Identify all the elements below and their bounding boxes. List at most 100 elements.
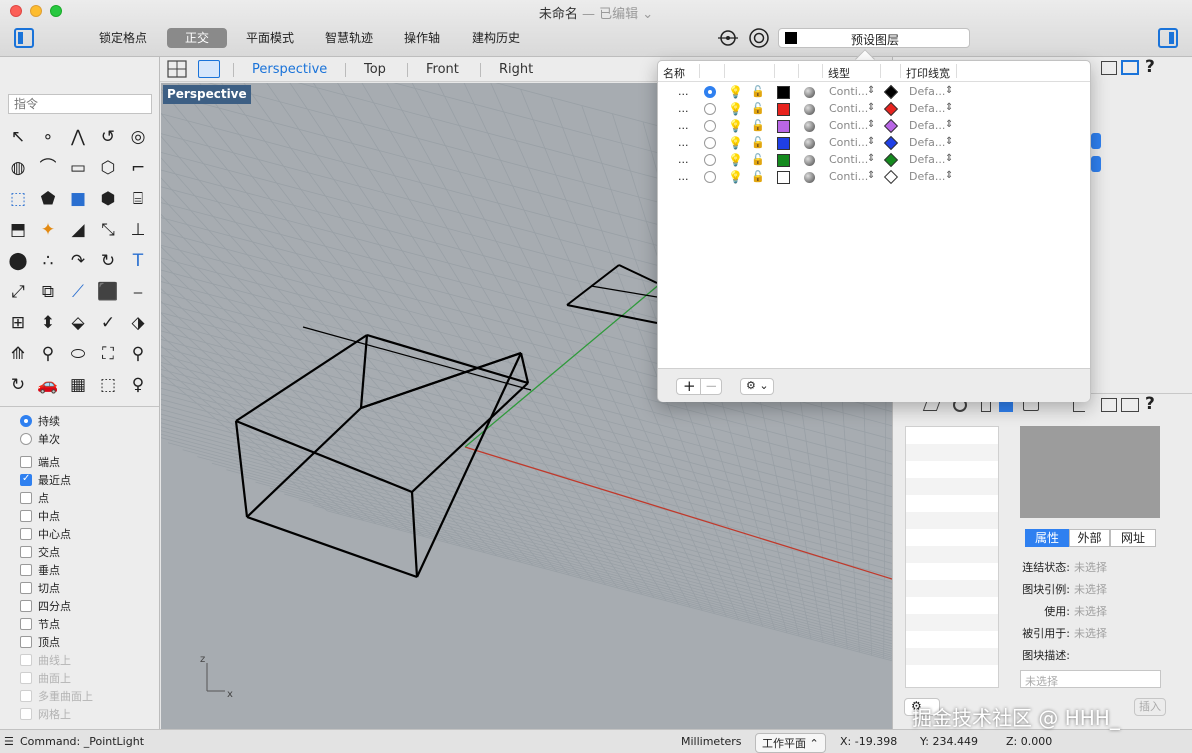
lock-icon[interactable]: 🔓: [751, 119, 765, 132]
layer-linetype[interactable]: Conti...: [829, 153, 868, 166]
snap-option[interactable]: 交点: [20, 543, 60, 561]
layer-row[interactable]: ... 💡 🔓 Conti... ⇕ Defa... ⇕: [658, 169, 1090, 186]
checkbox[interactable]: [20, 546, 32, 558]
checkbox[interactable]: [20, 618, 32, 630]
remove-layer-button[interactable]: −: [705, 377, 718, 395]
viewport-tab-2[interactable]: Front: [426, 62, 459, 77]
tool-icon[interactable]: ⛶: [94, 340, 122, 368]
checkbox[interactable]: [20, 636, 32, 648]
tool-icon[interactable]: ⎯: [124, 278, 152, 306]
display-icon[interactable]: [1121, 398, 1139, 412]
property-tab-2[interactable]: 网址: [1110, 529, 1156, 547]
layer-name[interactable]: ...: [678, 170, 689, 183]
checkbox[interactable]: [20, 690, 32, 702]
tool-icon[interactable]: ⟋: [64, 278, 92, 306]
toolbar-button-5[interactable]: 操作轴: [396, 28, 448, 48]
toggle-left-sidebar-icon[interactable]: [14, 28, 34, 48]
layer-name[interactable]: ...: [678, 136, 689, 149]
print-color-diamond[interactable]: [883, 152, 899, 168]
display-icon[interactable]: [1121, 60, 1139, 75]
material-sphere-icon[interactable]: [804, 172, 815, 183]
block-list[interactable]: [905, 426, 999, 688]
layer-printwidth[interactable]: Defa...: [909, 119, 945, 132]
material-sphere-icon[interactable]: [804, 155, 815, 166]
checkbox[interactable]: [20, 456, 32, 468]
lightbulb-icon[interactable]: 💡: [728, 119, 743, 133]
print-color-diamond[interactable]: [883, 101, 899, 117]
stepper-icon[interactable]: ⇕: [945, 119, 953, 130]
tool-icon[interactable]: ↻: [94, 247, 122, 275]
tool-icon[interactable]: ⟰: [4, 340, 32, 368]
snap-option[interactable]: 顶点: [20, 633, 60, 651]
snap-option[interactable]: 切点: [20, 579, 60, 597]
toolbar-button-4[interactable]: 智慧轨迹: [317, 28, 381, 48]
print-color-diamond[interactable]: [883, 84, 899, 100]
insert-block-button[interactable]: 插入: [1134, 698, 1166, 716]
layer-name[interactable]: ...: [678, 85, 689, 98]
layer-color-swatch[interactable]: [777, 103, 790, 116]
lightbulb-icon[interactable]: 💡: [728, 136, 743, 150]
tool-icon[interactable]: ⬚: [94, 371, 122, 399]
lightbulb-icon[interactable]: 💡: [728, 153, 743, 167]
command-status[interactable]: Command: _PointLight: [20, 735, 144, 748]
cplane-selector[interactable]: 工作平面 ⌃: [755, 733, 826, 753]
layer-row[interactable]: ... 💡 🔓 Conti... ⇕ Defa... ⇕: [658, 152, 1090, 169]
material-sphere-icon[interactable]: [804, 87, 815, 98]
checkbox[interactable]: [20, 492, 32, 504]
layer-name[interactable]: ...: [678, 102, 689, 115]
layer-color-swatch[interactable]: [777, 137, 790, 150]
panel-square-icon[interactable]: [1101, 61, 1117, 75]
tool-icon[interactable]: 🚗: [34, 371, 62, 399]
viewport-tab-1[interactable]: Top: [364, 62, 386, 77]
viewport-name-label[interactable]: Perspective: [163, 85, 251, 104]
layer-row[interactable]: ... 💡 🔓 Conti... ⇕ Defa... ⇕: [658, 84, 1090, 101]
current-layer-radio[interactable]: [704, 86, 716, 98]
snap-mode-option[interactable]: 单次: [20, 430, 60, 448]
tool-icon[interactable]: ◎: [124, 123, 152, 151]
tool-icon[interactable]: ▦: [64, 371, 92, 399]
tool-icon[interactable]: ∴: [34, 247, 62, 275]
tool-icon[interactable]: ⋀: [64, 123, 92, 151]
checkbox[interactable]: [20, 600, 32, 612]
stepper-icon[interactable]: ⇕: [867, 102, 875, 113]
current-layer-radio[interactable]: [704, 103, 716, 115]
tool-icon[interactable]: T: [124, 247, 152, 275]
panel-square-icon[interactable]: [1101, 398, 1117, 412]
viewport-tab-0[interactable]: Perspective: [252, 62, 327, 77]
toolbar-button-2[interactable]: 正交: [167, 28, 227, 48]
tool-icon[interactable]: ↺: [94, 123, 122, 151]
layer-name[interactable]: ...: [678, 153, 689, 166]
tool-icon[interactable]: ✦: [34, 216, 62, 244]
stepper-icon[interactable]: ⇕: [945, 102, 953, 113]
tool-icon[interactable]: ⚲: [124, 340, 152, 368]
tool-icon[interactable]: ⬛: [94, 278, 122, 306]
dropdown-stepper-icon[interactable]: [1091, 156, 1101, 172]
tool-icon[interactable]: ⌐: [124, 154, 152, 182]
tool-icon[interactable]: ⬭: [64, 340, 92, 368]
layer-color-swatch[interactable]: [777, 86, 790, 99]
tool-icon[interactable]: ⬤: [4, 247, 32, 275]
command-input[interactable]: [8, 94, 152, 114]
lock-icon[interactable]: 🔓: [751, 136, 765, 149]
tool-icon[interactable]: ⧉: [34, 278, 62, 306]
current-layer-radio[interactable]: [704, 154, 716, 166]
header-printwidth[interactable]: 打印线宽: [906, 65, 950, 81]
snap-option[interactable]: 多重曲面上: [20, 687, 93, 705]
tool-icon[interactable]: ■: [64, 185, 92, 213]
tool-icon[interactable]: ⌒: [34, 154, 62, 182]
stepper-icon[interactable]: ⇕: [945, 170, 953, 181]
current-layer-radio[interactable]: [704, 171, 716, 183]
snap-option[interactable]: 垂点: [20, 561, 60, 579]
checkbox[interactable]: [20, 672, 32, 684]
layer-printwidth[interactable]: Defa...: [909, 153, 945, 166]
layer-linetype[interactable]: Conti...: [829, 119, 868, 132]
property-tab-0[interactable]: 属性: [1025, 529, 1069, 547]
tool-icon[interactable]: ✓: [94, 309, 122, 337]
four-viewports-icon[interactable]: [167, 60, 187, 78]
material-sphere-icon[interactable]: [804, 138, 815, 149]
property-tab-1[interactable]: 外部: [1069, 529, 1110, 547]
tool-icon[interactable]: ⬍: [34, 309, 62, 337]
lock-icon[interactable]: 🔓: [751, 85, 765, 98]
current-layer-radio[interactable]: [704, 137, 716, 149]
tool-icon[interactable]: ⬚: [4, 185, 32, 213]
